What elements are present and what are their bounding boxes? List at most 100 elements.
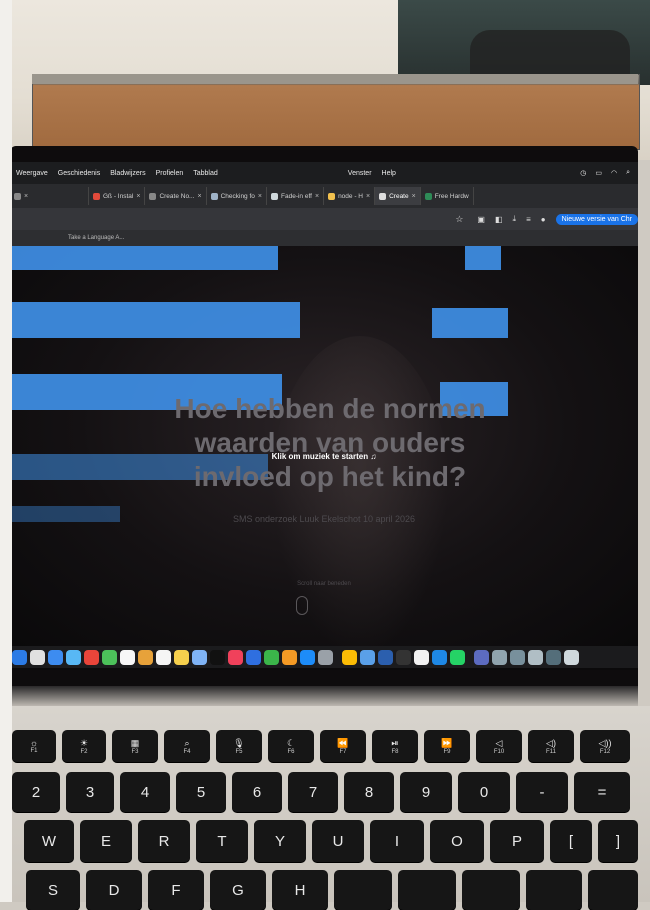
recent-window-icon[interactable] <box>510 649 525 665</box>
finder-icon[interactable] <box>12 649 27 665</box>
key-2[interactable]: 2 <box>12 772 60 812</box>
key-f[interactable]: F <box>148 870 204 910</box>
close-icon[interactable]: × <box>136 193 140 200</box>
textedit-icon[interactable] <box>414 649 429 665</box>
key-8[interactable]: 8 <box>344 772 394 812</box>
menu-item-profiles[interactable]: Profielen <box>156 170 184 177</box>
menu-item-bookmarks[interactable]: Bladwijzers <box>110 170 145 177</box>
extension-icon[interactable]: ▣ <box>477 215 485 224</box>
menu-item-help[interactable]: Help <box>382 170 396 177</box>
battery-icon[interactable]: ▭ <box>595 169 602 177</box>
tab-5[interactable]: Fade-in eff × <box>267 187 325 205</box>
key-r[interactable]: R <box>138 820 190 862</box>
key-f5[interactable]: 🎙 F5 <box>216 730 262 762</box>
zoom-icon[interactable] <box>432 649 447 665</box>
bookmark-item[interactable]: Take a Language A... <box>68 235 124 241</box>
reminders-icon[interactable] <box>156 649 171 665</box>
key-minus[interactable]: - <box>516 772 568 812</box>
download-icon[interactable]: ⤓ <box>513 214 517 224</box>
terminal-icon[interactable] <box>396 649 411 665</box>
key-e[interactable]: E <box>80 820 132 862</box>
key-5[interactable]: 5 <box>176 772 226 812</box>
close-icon[interactable]: × <box>315 193 319 200</box>
key-f1[interactable]: ☼ F1 <box>12 730 56 762</box>
key-p[interactable]: P <box>490 820 544 862</box>
photos-icon[interactable] <box>84 649 99 665</box>
tv-icon[interactable] <box>210 649 225 665</box>
clock-icon[interactable]: ◷ <box>580 169 586 177</box>
facetime-icon[interactable] <box>102 649 117 665</box>
key-f11[interactable]: ◁) F11 <box>528 730 574 762</box>
tab-1[interactable]: × <box>10 187 89 205</box>
music-icon[interactable] <box>228 649 243 665</box>
key-right-bracket[interactable]: ] <box>598 820 638 862</box>
key-f4[interactable]: ⌕ F4 <box>164 730 210 762</box>
tab-4[interactable]: Checking fo × <box>207 187 267 205</box>
key-u[interactable]: U <box>312 820 364 862</box>
key-f12[interactable]: ◁)) F12 <box>580 730 630 762</box>
profile-avatar-icon[interactable]: ● <box>541 215 546 224</box>
key-l[interactable] <box>462 870 520 910</box>
menu-item-view[interactable]: Weergave <box>16 170 48 177</box>
freeform-icon[interactable] <box>192 649 207 665</box>
menu-item-window[interactable]: Venster <box>348 170 372 177</box>
key-0[interactable]: 0 <box>458 772 510 812</box>
tab-3[interactable]: Create No... × <box>145 187 207 205</box>
key-d[interactable]: D <box>86 870 142 910</box>
settings-icon[interactable] <box>318 649 333 665</box>
key-y[interactable]: Y <box>254 820 306 862</box>
key-f8[interactable]: ⏯ F8 <box>372 730 418 762</box>
recent-window-icon[interactable] <box>528 649 543 665</box>
music-start-prompt[interactable]: Klik om muziek te starten ♫ <box>10 452 638 461</box>
key-quote[interactable] <box>588 870 638 910</box>
translate-app-icon[interactable] <box>474 649 489 665</box>
key-f3[interactable]: ▦ F3 <box>112 730 158 762</box>
notes-icon[interactable] <box>174 649 189 665</box>
key-f2[interactable]: ☀ F2 <box>62 730 106 762</box>
key-f7[interactable]: ⏪ F7 <box>320 730 366 762</box>
pages-icon[interactable] <box>282 649 297 665</box>
key-o[interactable]: O <box>430 820 484 862</box>
tab-6[interactable]: node - H × <box>324 187 376 205</box>
messages-icon[interactable] <box>66 649 81 665</box>
close-icon[interactable]: × <box>197 193 201 200</box>
key-j[interactable] <box>334 870 392 910</box>
tab-2[interactable]: Gß - Instal × <box>89 187 146 205</box>
translate-icon[interactable]: ≡ <box>526 215 531 224</box>
tab-8[interactable]: Free Hardw <box>421 187 474 205</box>
key-7[interactable]: 7 <box>288 772 338 812</box>
key-w[interactable]: W <box>24 820 74 862</box>
key-3[interactable]: 3 <box>66 772 114 812</box>
recent-window-icon[interactable] <box>546 649 561 665</box>
wifi-icon[interactable]: ◠ <box>611 169 617 177</box>
key-k[interactable] <box>398 870 456 910</box>
calendar-icon[interactable] <box>120 649 135 665</box>
key-6[interactable]: 6 <box>232 772 282 812</box>
menu-item-history[interactable]: Geschiedenis <box>58 170 100 177</box>
update-chrome-button[interactable]: Nieuwe versie van Chr <box>555 213 638 225</box>
sidebar-icon[interactable]: ◧ <box>495 215 503 224</box>
trash-icon[interactable] <box>564 649 579 665</box>
key-left-bracket[interactable]: [ <box>550 820 592 862</box>
key-9[interactable]: 9 <box>400 772 452 812</box>
close-icon[interactable]: × <box>366 193 370 200</box>
key-f6[interactable]: ☾ F6 <box>268 730 314 762</box>
keynote-icon[interactable] <box>246 649 261 665</box>
key-i[interactable]: I <box>370 820 424 862</box>
key-t[interactable]: T <box>196 820 248 862</box>
close-icon[interactable]: × <box>258 193 262 200</box>
tab-7-active[interactable]: Create × <box>375 187 421 205</box>
menu-item-tab[interactable]: Tabblad <box>193 170 218 177</box>
whatsapp-icon[interactable] <box>450 649 465 665</box>
key-semicolon[interactable] <box>526 870 582 910</box>
key-g[interactable]: G <box>210 870 266 910</box>
contacts-icon[interactable] <box>138 649 153 665</box>
key-h[interactable]: H <box>272 870 328 910</box>
launchpad-icon[interactable] <box>30 649 45 665</box>
app-store-icon[interactable] <box>300 649 315 665</box>
preview-icon[interactable] <box>360 649 375 665</box>
numbers-icon[interactable] <box>264 649 279 665</box>
search-icon[interactable]: ⌕ <box>626 169 630 177</box>
key-f9[interactable]: ⏩ F9 <box>424 730 470 762</box>
bookmark-star-icon[interactable]: ☆ <box>455 214 463 225</box>
